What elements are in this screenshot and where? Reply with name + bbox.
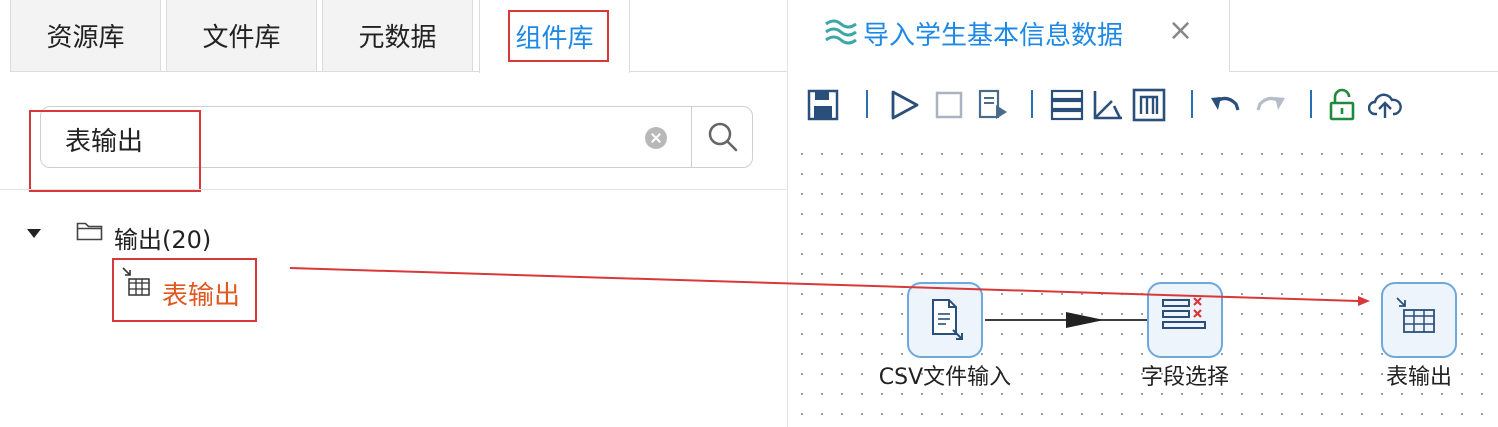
tree-node-table-output[interactable]: 表输出 [162,275,240,312]
step-node-csv-input[interactable] [907,282,983,358]
table-output-icon [1396,297,1435,333]
redo-icon[interactable] [1254,88,1288,122]
toolbar-separator [866,90,868,118]
preview-icon[interactable] [976,88,1010,122]
table-output-icon [122,267,150,296]
app-window: 资源库 文件库 元数据 组件库 表输出 输出(20) 表输出 导入学生基本信息数… [0,0,1498,427]
explain-icon[interactable] [1090,88,1124,122]
tab-file-library[interactable]: 文件库 [166,0,317,72]
tabbar-underline-right [630,71,787,72]
clear-icon[interactable] [645,127,667,149]
tab-metadata[interactable]: 元数据 [322,0,473,72]
step-node-select-values[interactable] [1147,282,1223,358]
search-button[interactable] [692,107,753,167]
toolbar-separator [1310,90,1312,118]
step-label-csv-input: CSV文件输入 [878,365,1012,390]
expand-caret-icon[interactable] [27,229,41,238]
upload-icon[interactable] [1368,88,1402,122]
csv-file-input-icon [932,299,963,340]
search-icon [708,122,738,152]
transformation-icon [825,19,857,45]
select-values-icon [1162,297,1206,329]
tab-component-library[interactable]: 组件库 [479,0,630,73]
editor-tab-title: 导入学生基本信息数据 [863,21,1124,51]
step-node-table-output[interactable] [1381,282,1457,358]
step-label-table-output: 表输出 [1385,365,1453,390]
close-icon[interactable]: × [1168,16,1193,46]
folder-icon [76,222,103,241]
editor-toolbar [788,72,1498,138]
unlock-icon[interactable] [1326,88,1360,122]
editor-panel: 导入学生基本信息数据 × CSV文件输入 字段选择 表输出 [788,0,1498,427]
run-icon[interactable] [888,88,922,122]
stop-icon[interactable] [932,88,966,122]
search-input[interactable]: 表输出 [65,121,143,158]
sql-icon[interactable] [1050,88,1084,122]
step-label-select-values: 字段选择 [1140,365,1230,390]
left-tabbar: 资源库 文件库 元数据 组件库 [0,0,787,73]
toolbar-separator [1031,90,1033,118]
tab-resource-library[interactable]: 资源库 [10,0,161,72]
tree-node-output[interactable]: 输出(20) [114,220,211,255]
search-separator [0,189,787,190]
undo-icon[interactable] [1208,88,1242,122]
left-panel: 资源库 文件库 元数据 组件库 表输出 输出(20) 表输出 [0,0,787,427]
editor-tab[interactable]: 导入学生基本信息数据 × [788,0,1230,72]
save-icon[interactable] [806,88,840,122]
metadata-icon[interactable] [1132,88,1166,122]
toolbar-separator [1191,90,1193,118]
tabbar-underline [10,71,479,72]
search-box[interactable]: 表输出 [40,106,753,168]
design-canvas[interactable]: CSV文件输入 字段选择 表输出 [788,138,1498,427]
